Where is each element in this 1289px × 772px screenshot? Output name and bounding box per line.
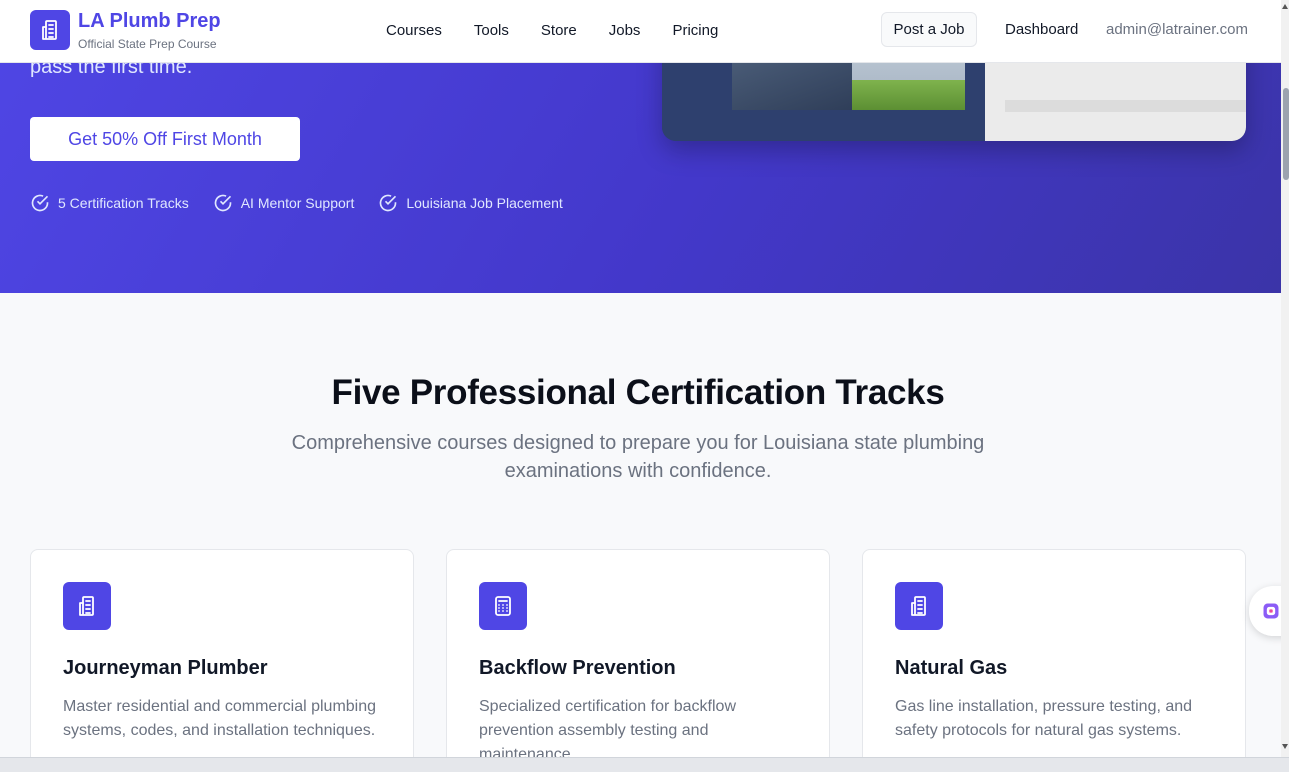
top-navbar: LA Plumb Prep Official State Prep Course… [0, 0, 1281, 63]
feature-label: AI Mentor Support [240, 195, 355, 211]
building-icon [63, 582, 111, 630]
feature-item: AI Mentor Support [213, 193, 355, 213]
feature-label: Louisiana Job Placement [406, 195, 563, 211]
feature-item: Louisiana Job Placement [378, 193, 563, 213]
user-email-link[interactable]: admin@latrainer.com [1106, 21, 1248, 38]
track-card-journeyman[interactable]: Journeyman Plumber Master residential an… [30, 549, 414, 772]
section-title: Five Professional Certification Tracks [331, 373, 945, 412]
nav-jobs[interactable]: Jobs [593, 22, 657, 39]
check-circle-icon [380, 194, 397, 212]
feature-label: 5 Certification Tracks [58, 195, 189, 211]
cta-discount-button[interactable]: Get 50% Off First Month [30, 117, 300, 161]
scroll-up-icon[interactable] [1282, 4, 1288, 9]
brand-subtitle: Official State Prep Course [78, 37, 217, 51]
card-description: Master residential and commercial plumbi… [63, 698, 377, 739]
track-card-backflow[interactable]: Backflow Prevention Specialized certific… [446, 549, 830, 772]
track-card-natural-gas[interactable]: Natural Gas Gas line installation, press… [862, 549, 1246, 772]
check-circle-icon [31, 194, 49, 212]
card-description: Gas line installation, pressure testing,… [895, 698, 1193, 739]
check-circle-icon [214, 194, 232, 212]
dashboard-link[interactable]: Dashboard [1005, 21, 1078, 38]
nav-tools[interactable]: Tools [458, 22, 525, 39]
feature-item: 5 Certification Tracks [30, 193, 189, 213]
scrollbar-thumb[interactable] [1283, 88, 1289, 180]
assistant-icon [1263, 603, 1279, 619]
nav-courses[interactable]: Courses [370, 22, 458, 39]
scroll-down-icon[interactable] [1282, 744, 1288, 749]
card-title: Journeyman Plumber [63, 657, 268, 679]
building-icon [895, 582, 943, 630]
calculator-icon [479, 582, 527, 630]
section-subtitle: Comprehensive courses designed to prepar… [291, 432, 985, 482]
card-title: Natural Gas [895, 657, 1008, 679]
brand-title[interactable]: LA Plumb Prep [78, 10, 221, 33]
nav-store[interactable]: Store [525, 22, 593, 39]
hero-features: 5 Certification Tracks AI Mentor Support… [30, 193, 563, 213]
card-title: Backflow Prevention [479, 657, 676, 679]
main-nav: Courses Tools Store Jobs Pricing [370, 22, 734, 39]
bottom-taskbar-edge [0, 757, 1289, 772]
post-job-button[interactable]: Post a Job [881, 12, 977, 47]
nav-pricing[interactable]: Pricing [656, 22, 734, 39]
logo-icon[interactable] [30, 10, 70, 50]
